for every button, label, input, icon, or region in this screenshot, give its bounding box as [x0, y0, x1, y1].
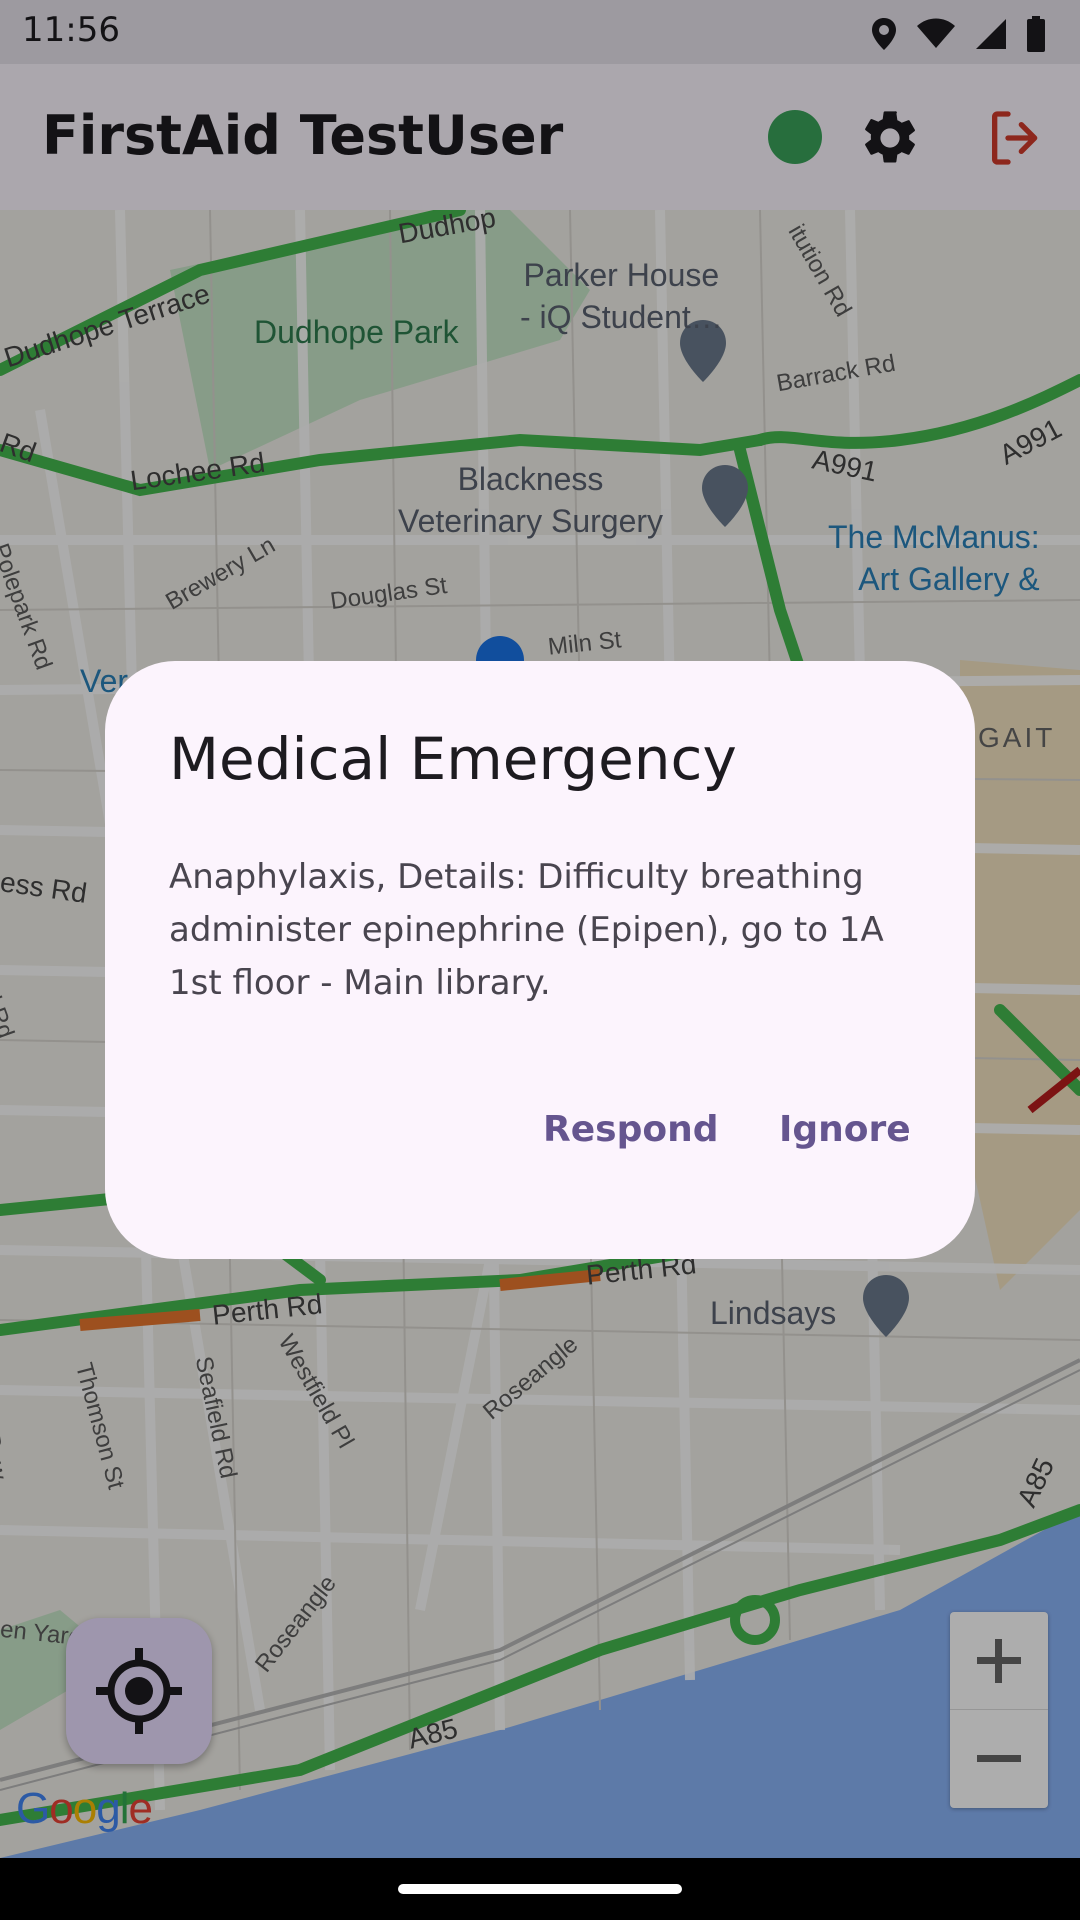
ignore-button[interactable]: Ignore	[765, 1101, 925, 1158]
navigation-bar	[0, 1858, 1080, 1920]
respond-button[interactable]: Respond	[529, 1101, 732, 1158]
dialog-message: Anaphylaxis, Details: Difficulty breathi…	[169, 857, 884, 1003]
emergency-dialog: Medical Emergency Anaphylaxis, Details: …	[105, 661, 975, 1259]
dialog-title: Medical Emergency	[169, 725, 737, 793]
home-gesture-handle[interactable]	[398, 1884, 682, 1894]
screen: 11:56 FirstAid TestUser Dudhope Park Par…	[0, 0, 1080, 1920]
